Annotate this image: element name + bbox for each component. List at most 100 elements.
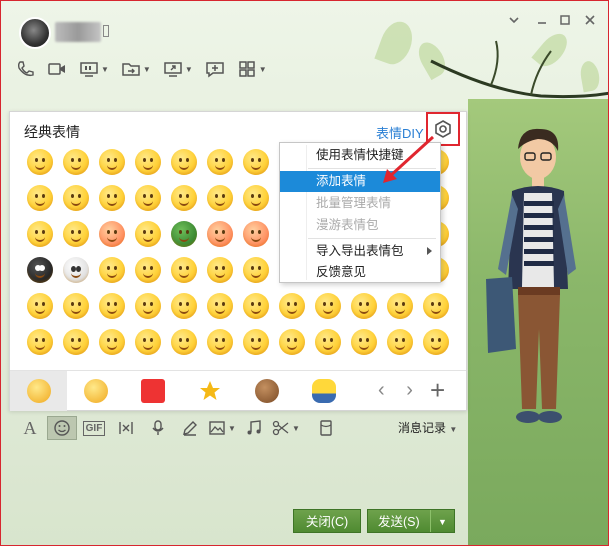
send-button[interactable]: 发送(S) ▼ [367,509,455,533]
emoji-item[interactable] [99,221,125,247]
emoji-item[interactable] [243,257,269,283]
emoji-item[interactable] [135,329,161,355]
emoji-item[interactable] [63,293,89,319]
emoji-tab[interactable] [67,371,124,411]
minimize-icon[interactable] [533,13,551,31]
emoji-item[interactable] [27,221,53,247]
emoji-item[interactable] [243,329,269,355]
chevron-down-icon[interactable] [505,13,523,31]
emoji-item[interactable] [99,185,125,211]
emoji-item[interactable] [63,257,89,283]
music-button[interactable] [239,416,269,440]
red-packet-button[interactable] [311,416,341,440]
classic-emoji-tab[interactable] [10,370,67,411]
emoji-item[interactable] [99,149,125,175]
emoji-item[interactable] [243,149,269,175]
scissors-button[interactable]: ▼ [271,416,301,440]
phone-icon[interactable] [15,58,35,80]
emoji-item[interactable] [243,293,269,319]
add-emoji-pack-button[interactable]: + [430,375,445,406]
emoji-item[interactable] [387,293,413,319]
screenshot-button[interactable] [111,416,141,440]
emoji-button[interactable] [47,416,77,440]
emoji-item[interactable] [63,329,89,355]
apps-grid-icon[interactable]: ▼ [237,58,267,80]
emoji-item[interactable] [171,329,197,355]
video-camera-icon[interactable] [47,58,67,80]
chevron-down-icon[interactable]: ▼ [143,65,151,74]
emoji-item[interactable] [207,293,233,319]
emoji-item[interactable] [387,329,413,355]
emoji-item[interactable] [171,293,197,319]
emoji-item[interactable] [351,293,377,319]
chat-bubble-icon[interactable] [205,58,225,80]
emoji-item[interactable] [279,293,305,319]
chevron-down-icon[interactable]: ▼ [292,424,300,433]
emoji-item[interactable] [135,149,161,175]
emoji-item[interactable] [135,221,161,247]
chevron-down-icon: ▼ [449,425,458,434]
send-options-chevron-icon[interactable]: ▼ [430,510,454,532]
emoji-item[interactable] [351,329,377,355]
chevron-down-icon[interactable]: ▼ [101,65,109,74]
chevron-down-icon[interactable]: ▼ [228,424,236,433]
message-history-link[interactable]: 消息记录 ▼ [398,419,457,436]
maximize-icon[interactable] [556,13,574,31]
emoji-item[interactable] [171,257,197,283]
image-icon [209,421,225,435]
menu-divider [308,238,436,239]
emoji-item[interactable] [27,293,53,319]
voice-button[interactable] [143,416,173,440]
font-icon: A [23,417,37,438]
emoji-item[interactable] [243,221,269,247]
emoji-item[interactable] [135,293,161,319]
custom-emoji-tab[interactable] [124,371,181,411]
emoji-item[interactable] [63,149,89,175]
emoji-item[interactable] [171,221,197,247]
menu-item-feedback[interactable]: 反馈意见 [280,262,440,283]
emoji-item[interactable] [207,185,233,211]
emoji-item[interactable] [63,221,89,247]
contact-avatar[interactable] [19,17,51,49]
emoji-item[interactable] [27,257,53,283]
screen-share-icon[interactable]: ▼ [79,58,109,80]
close-button[interactable]: 关闭(C) [293,509,361,533]
emoji-item[interactable] [27,185,53,211]
emoji-item[interactable] [99,257,125,283]
emoji-item[interactable] [63,185,89,211]
favorites-tab[interactable] [181,371,238,411]
emoji-item[interactable] [171,149,197,175]
emoji-item[interactable] [243,185,269,211]
emoji-item[interactable] [423,293,449,319]
emoji-item[interactable] [207,329,233,355]
font-button[interactable]: A [15,416,45,440]
emoji-item[interactable] [171,185,197,211]
smiley-icon [54,420,70,436]
chat-window: ▼ ▼ ▼ ▼ 经典表情 表情DIY ‹ › + 使用表情快捷键 添加表情 批量… [0,0,609,546]
emoji-item[interactable] [207,257,233,283]
chevron-down-icon[interactable]: ▼ [259,65,267,74]
emoji-item[interactable] [315,329,341,355]
emoji-item[interactable] [279,329,305,355]
emoji-item[interactable] [99,293,125,319]
emoji-item[interactable] [207,149,233,175]
emoji-item[interactable] [99,329,125,355]
gif-button[interactable]: GIF [79,416,109,440]
image-button[interactable]: ▼ [207,416,237,440]
emoji-item[interactable] [27,149,53,175]
emoji-item[interactable] [423,329,449,355]
emoji-item[interactable] [207,221,233,247]
emoji-item[interactable] [27,329,53,355]
draw-button[interactable] [175,416,205,440]
bear-tab[interactable] [238,371,295,411]
remote-desktop-icon[interactable]: ▼ [163,58,193,80]
chevron-down-icon[interactable]: ▼ [185,65,193,74]
emoji-nav-arrows[interactable]: ‹ › [378,379,421,402]
minion-tab[interactable] [295,371,352,411]
menu-item-import-export[interactable]: 导入导出表情包 [280,241,440,262]
close-icon[interactable] [581,13,599,31]
emoji-item[interactable] [315,293,341,319]
emoji-item[interactable] [135,257,161,283]
emoji-item[interactable] [135,185,161,211]
file-transfer-icon[interactable]: ▼ [121,58,151,80]
